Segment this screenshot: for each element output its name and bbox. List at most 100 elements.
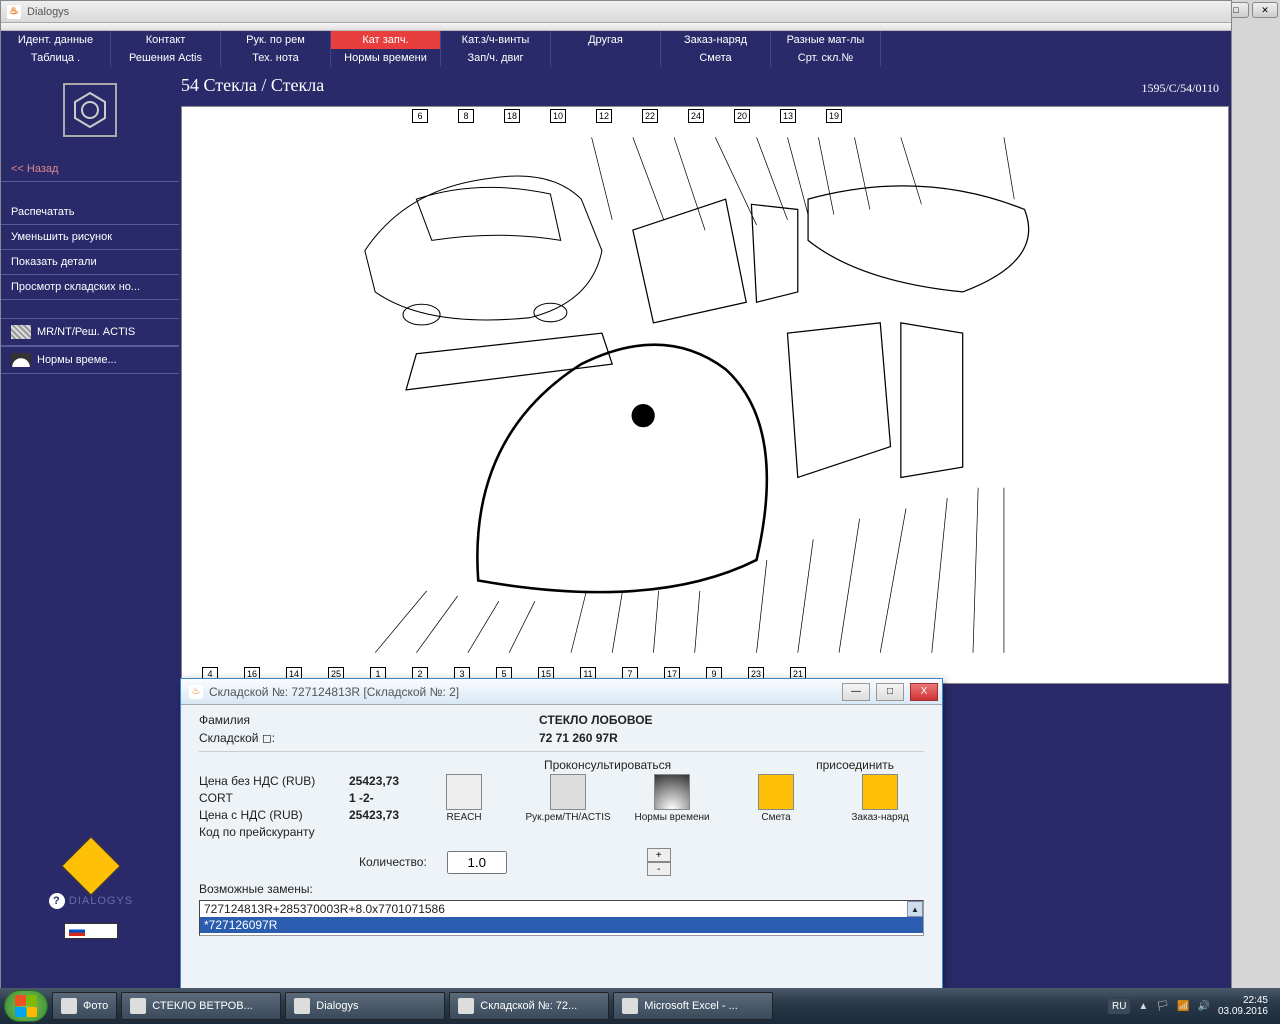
tool-button[interactable]: Заказ-наряд <box>835 774 925 823</box>
sidebar: << Назад РаспечататьУменьшить рисунокПок… <box>1 67 179 1009</box>
sidebar-tool-norms[interactable]: Нормы време... <box>1 346 179 374</box>
consult-section-label: Проконсультироваться <box>509 758 706 772</box>
currency-badge[interactable]: RUR <box>64 923 118 939</box>
page-title-bar: 54 Стекла / Стекла 1595/C/54/0110 <box>179 67 1231 106</box>
nav-tab[interactable]: Кат запч. <box>331 31 441 49</box>
nav-tab[interactable] <box>551 49 661 67</box>
app-icon <box>458 998 474 1014</box>
popup-title: Складской №: 727124813R [Складской №: 2] <box>209 685 836 699</box>
diagram-callout[interactable]: 18 <box>504 109 520 123</box>
wrench-icon <box>11 325 31 339</box>
replacements-label: Возможные замены: <box>199 882 924 896</box>
tool-icon <box>654 774 690 810</box>
tool-icon <box>550 774 586 810</box>
tool-icon <box>862 774 898 810</box>
nav-tab[interactable]: Зап/ч. двиг <box>441 49 551 67</box>
price-vat-value: 25423,73 <box>349 808 399 822</box>
taskbar-item[interactable]: Dialogys <box>285 992 445 1020</box>
list-item[interactable]: *727126097R <box>200 917 923 933</box>
nav-tab[interactable]: Рук. по рем <box>221 31 331 49</box>
nav-tab[interactable]: Таблица . <box>1 49 111 67</box>
qty-plus-button[interactable]: + <box>647 848 671 862</box>
tool-button[interactable]: Рук.рем/ТН/ACTIS <box>523 774 613 823</box>
taskbar-item[interactable]: Microsoft Excel - ... <box>613 992 773 1020</box>
nav-tab[interactable]: Другая <box>551 31 661 49</box>
page-code: 1595/C/54/0110 <box>1141 75 1229 96</box>
taskbar-item[interactable]: Складской №: 72... <box>449 992 609 1020</box>
clock[interactable]: 22:45 03.09.2016 <box>1218 995 1268 1017</box>
nav-tab[interactable]: Заказ-наряд <box>661 31 771 49</box>
popup-body: Фамилия СТЕКЛО ЛОБОВОE Складской ◻: 72 7… <box>181 705 942 944</box>
diagram-callout[interactable]: 20 <box>734 109 750 123</box>
hex-logo-icon <box>63 83 117 137</box>
sidebar-link[interactable]: Просмотр складских но... <box>1 275 179 300</box>
price-novat-label: Цена без НДС (RUB) <box>199 774 349 788</box>
diagram-callout[interactable]: 12 <box>596 109 612 123</box>
diagram-callout[interactable]: 19 <box>826 109 842 123</box>
attach-section-label: присоединить <box>786 758 924 772</box>
parts-diagram[interactable]: 6 8 18 10 12 22 24 20 13 19 <box>181 106 1229 684</box>
pricecode-label: Код по прейскуранту <box>199 825 349 839</box>
start-button[interactable] <box>4 990 48 1022</box>
qty-input[interactable] <box>447 851 507 874</box>
window-title: Dialogys <box>27 6 1225 18</box>
tool-button[interactable]: Смета <box>731 774 821 823</box>
diagram-callout[interactable]: 10 <box>550 109 566 123</box>
part-detail-popup: ♨ Складской №: 727124813R [Складской №: … <box>180 678 943 1008</box>
taskbar-item[interactable]: Фото <box>52 992 117 1020</box>
app-icon <box>622 998 638 1014</box>
nav-tab[interactable]: Срт. скл.№ <box>771 49 881 67</box>
diagram-art <box>192 127 1218 663</box>
page-title: 54 Стекла / Стекла <box>181 75 324 96</box>
sidebar-tool-actis[interactable]: MR/NT/Реш. ACTIS <box>1 318 179 346</box>
nav-tab[interactable]: Разные мат-лы <box>771 31 881 49</box>
diagram-callout[interactable]: 24 <box>688 109 704 123</box>
diagram-callout[interactable]: 6 <box>412 109 428 123</box>
java-icon: ♨ <box>7 5 21 19</box>
nav-tab[interactable]: Смета <box>661 49 771 67</box>
popup-close-button[interactable]: X <box>910 683 938 701</box>
top-nav: Идент. данныеКонтактРук. по ремКат запч.… <box>1 31 1231 67</box>
nav-tab[interactable]: Кат.з/ч-винты <box>441 31 551 49</box>
qty-label: Количество: <box>359 855 427 869</box>
sidebar-link[interactable]: Показать детали <box>1 250 179 275</box>
nav-tab[interactable]: Решения Actis <box>111 49 221 67</box>
sidebar-link[interactable]: Распечатать <box>1 200 179 225</box>
windows-logo-icon <box>15 995 37 1017</box>
language-indicator[interactable]: RU <box>1108 999 1130 1014</box>
question-icon: ? <box>49 893 65 909</box>
nav-tab[interactable]: Нормы времени <box>331 49 441 67</box>
java-icon: ♨ <box>189 685 203 699</box>
taskbar-item[interactable]: СТЕКЛО ВЕТРОВ... <box>121 992 281 1020</box>
popup-minimize-button[interactable]: — <box>842 683 870 701</box>
tool-button[interactable]: Нормы времени <box>627 774 717 823</box>
tool-icon <box>758 774 794 810</box>
diagram-callout[interactable]: 8 <box>458 109 474 123</box>
taskbar: Фото СТЕКЛО ВЕТРОВ...DialogysСкладской №… <box>0 988 1280 1024</box>
stock-label: Складской ◻: <box>199 731 359 745</box>
tray-icon[interactable]: ▲ <box>1138 1001 1148 1012</box>
system-tray: RU ▲ 🏳 📶 🔊 22:45 03.09.2016 <box>1108 995 1276 1017</box>
tool-button[interactable]: REACH <box>419 774 509 823</box>
replacements-list[interactable]: 727124813R+285370003R+8.0x7701071586 *72… <box>199 900 924 936</box>
nav-tab[interactable]: Тех. нота <box>221 49 331 67</box>
close-button[interactable]: ✕ <box>1252 2 1278 18</box>
sidebar-link[interactable]: Уменьшить рисунок <box>1 225 179 250</box>
ru-flag-icon <box>69 926 85 936</box>
qty-minus-button[interactable]: - <box>647 862 671 876</box>
network-icon[interactable]: 📶 <box>1177 1001 1189 1012</box>
nav-tab[interactable]: Контакт <box>111 31 221 49</box>
nav-tab[interactable]: Идент. данные <box>1 31 111 49</box>
volume-icon[interactable]: 🔊 <box>1197 1001 1209 1012</box>
diagram-callout[interactable]: 22 <box>642 109 658 123</box>
list-item[interactable]: 727124813R+285370003R+8.0x7701071586 <box>200 901 923 917</box>
cort-value: 1 -2- <box>349 791 374 805</box>
family-label: Фамилия <box>199 713 359 727</box>
popup-maximize-button[interactable]: □ <box>876 683 904 701</box>
browser-toolbar <box>1 23 1231 31</box>
scroll-up-icon[interactable]: ▲ <box>907 901 923 917</box>
flag-icon[interactable]: 🏳 <box>1156 1001 1169 1012</box>
diagram-callout[interactable]: 13 <box>780 109 796 123</box>
back-link[interactable]: << Назад <box>1 157 179 182</box>
price-novat-value: 25423,73 <box>349 774 399 788</box>
